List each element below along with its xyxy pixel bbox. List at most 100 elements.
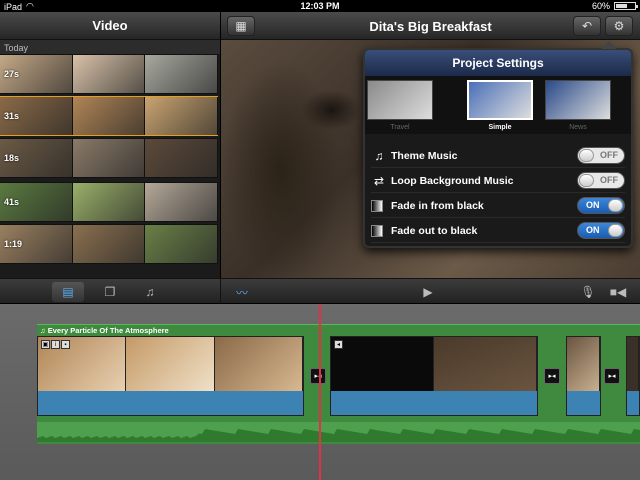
photos-tab-button[interactable]: ❐ xyxy=(94,282,126,302)
playhead[interactable] xyxy=(319,304,321,480)
theme-option-travel[interactable] xyxy=(367,80,433,120)
setting-row: Fade out to black ON xyxy=(371,219,625,243)
browser-clip[interactable]: 1:19 xyxy=(0,224,219,264)
clip-frame xyxy=(331,337,434,391)
fade-icon xyxy=(371,199,383,212)
clip-info-icon: i xyxy=(51,340,60,349)
browser-title: Video xyxy=(0,12,220,40)
audio-tab-button[interactable]: ♫ xyxy=(134,282,166,302)
setting-label: Fade in from black xyxy=(391,199,484,212)
setting-label: Theme Music xyxy=(391,149,458,162)
viewer-header: ▦ Dita's Big Breakfast ↶ ⚙ xyxy=(221,12,640,40)
toolbar: ▤ ❐ ♫ 〰 ▶ 🎙 ■◀ xyxy=(0,278,640,305)
status-time: 12:03 PM xyxy=(300,1,340,11)
setting-row: ⇄ Loop Background Music OFF xyxy=(371,169,625,193)
play-icon: ▶ xyxy=(423,285,433,299)
toggle-state: OFF xyxy=(600,175,618,185)
setting-toggle[interactable]: OFF xyxy=(577,147,625,164)
clip-frame xyxy=(567,337,600,391)
loop-icon: ⇄ xyxy=(373,173,385,188)
theme-option-news[interactable] xyxy=(545,80,611,120)
clip-duration: 27s xyxy=(4,69,20,79)
clip-frame xyxy=(627,337,639,391)
clip-frame xyxy=(126,337,215,391)
clip-thumbnail xyxy=(145,97,219,135)
browser-clip[interactable]: 18s xyxy=(0,138,219,178)
audio-waveform xyxy=(37,422,640,442)
photos-icon: ❐ xyxy=(104,285,116,299)
clip-frame xyxy=(434,337,537,391)
music-note-icon: ♫ xyxy=(145,285,155,299)
setting-toggle[interactable]: OFF xyxy=(577,172,625,189)
browser-clip[interactable]: 41s xyxy=(0,182,219,222)
transition-icon: ▸◂ xyxy=(548,373,556,380)
transition-button[interactable]: ▸◂ xyxy=(310,368,326,384)
setting-row: ♫ Theme Music OFF xyxy=(371,144,625,168)
toggle-knob xyxy=(579,149,594,162)
clip-thumbnail xyxy=(72,225,146,263)
clip-thumbnail: 1:19 xyxy=(0,225,73,263)
waveform-graphic xyxy=(37,429,640,442)
setting-label: Fade out to black xyxy=(391,224,478,237)
theme-label: Simple xyxy=(488,124,512,131)
clip-edit-icon: ▪ xyxy=(61,340,70,349)
clip-thumbnail xyxy=(72,55,146,93)
timeline-clip[interactable]: ◂ xyxy=(330,336,538,416)
theme-label: News xyxy=(569,124,587,131)
undo-icon: ↶ xyxy=(581,19,593,33)
transition-icon: ▸◂ xyxy=(608,373,616,380)
media-browser: Video Today 27s 31s 18s 41s 1:19 xyxy=(0,12,220,278)
audio-waveform-button[interactable]: 〰 xyxy=(226,282,258,302)
browser-clip[interactable]: 31s xyxy=(0,96,219,136)
setting-label: Loop Background Music xyxy=(391,174,514,187)
setting-toggle[interactable]: ON xyxy=(577,197,625,214)
microphone-icon: 🎙 xyxy=(580,285,596,299)
clip-duration: 41s xyxy=(4,197,20,207)
clip-thumbnail xyxy=(72,139,146,177)
clip-thumbnail xyxy=(145,55,219,93)
battery-percent: 60% xyxy=(591,1,610,11)
browser-clip[interactable]: 27s xyxy=(0,54,219,94)
theme-picker: Travel Simple News xyxy=(365,76,631,134)
theme-label: Travel xyxy=(390,124,410,131)
section-label-today: Today xyxy=(0,40,220,54)
clip-thumbnail: 27s xyxy=(0,55,73,93)
project-settings-popover: Project Settings Travel Simple News ♫ Theme… xyxy=(363,41,633,248)
toggle-state: ON xyxy=(586,225,600,235)
transition-button[interactable]: ▸◂ xyxy=(544,368,560,384)
play-button[interactable]: ▶ xyxy=(412,282,444,302)
video-tab-button[interactable]: ▤ xyxy=(52,282,84,302)
video-camera-icon: ■◀ xyxy=(609,285,627,299)
camera-button[interactable]: ■◀ xyxy=(602,282,634,302)
settings-button[interactable]: ⚙ xyxy=(605,16,633,36)
clip-thumbnail: 41s xyxy=(0,183,73,221)
clip-thumbnail: 18s xyxy=(0,139,73,177)
film-strip-icon: ▤ xyxy=(62,285,74,299)
popover-title: Project Settings xyxy=(365,50,631,76)
battery-fill xyxy=(616,4,628,8)
timeline-clip[interactable] xyxy=(626,336,640,416)
battery-icon xyxy=(614,2,638,10)
clip-thumbnail xyxy=(145,183,219,221)
music-note-icon: ♫ xyxy=(40,326,48,335)
waveform-path xyxy=(37,429,640,442)
record-audio-button[interactable]: 🎙 xyxy=(572,282,604,302)
fade-icon xyxy=(371,224,383,237)
toolbar-divider xyxy=(220,279,221,305)
toggle-state: OFF xyxy=(600,150,618,160)
setting-row: Fade in from black ON xyxy=(371,194,625,218)
clip-duration: 18s xyxy=(4,153,20,163)
clip-thumbnail: 31s xyxy=(0,97,73,135)
clip-thumbnail xyxy=(72,97,146,135)
timeline-clip[interactable] xyxy=(566,336,601,416)
toggle-knob xyxy=(608,199,623,212)
theme-option-simple[interactable] xyxy=(467,80,533,120)
timeline-clip[interactable]: ▣ i ▪ xyxy=(37,336,304,416)
clip-audio-icon: ◂ xyxy=(334,340,343,349)
setting-toggle[interactable]: ON xyxy=(577,222,625,239)
clip-thumbnail xyxy=(145,225,219,263)
clip-frame xyxy=(214,337,303,391)
clip-duration: 31s xyxy=(4,111,20,121)
transition-button[interactable]: ▸◂ xyxy=(604,368,620,384)
undo-button[interactable]: ↶ xyxy=(573,16,601,36)
